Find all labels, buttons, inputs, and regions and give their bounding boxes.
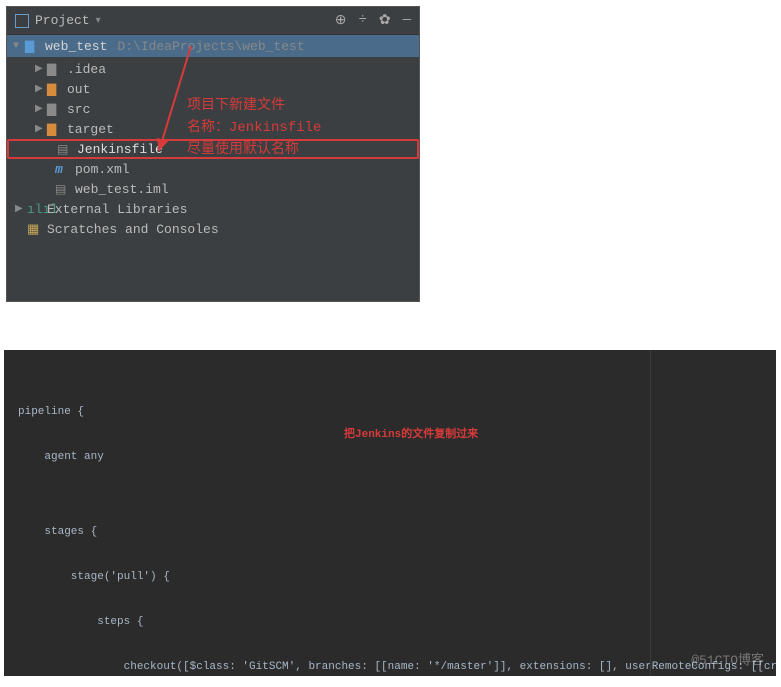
tree-label: target [67, 122, 114, 137]
file-icon: ▤ [57, 142, 73, 157]
editor-annotation: 把Jenkins的文件复制过来 [344, 428, 478, 443]
annotation-line: 尽量使用默认名称 [187, 139, 321, 161]
tree-label: Jenkinsfile [77, 142, 163, 157]
tree-item-iml[interactable]: ▤ web_test.iml [7, 179, 419, 199]
project-root-path: D:\IdeaProjects\web_test [117, 39, 304, 54]
gear-icon[interactable]: ✿ [379, 12, 391, 29]
scratches-icon: ▦ [27, 222, 43, 237]
code-line: checkout([$class: 'GitSCM', branches: [[… [18, 660, 776, 675]
code-line: agent any [18, 450, 776, 465]
expand-arrow-icon[interactable]: ▶ [35, 83, 47, 95]
code-editor[interactable]: pipeline { agent any stages { stage('pul… [4, 350, 776, 676]
project-annotation: 项目下新建文件 名称：Jenkinsfile 尽量使用默认名称 [187, 95, 321, 161]
code-line: stage('pull') { [18, 570, 776, 585]
file-icon: ▤ [55, 182, 71, 197]
tree-label: out [67, 82, 90, 97]
annotation-line: 名称：Jenkinsfile [187, 117, 321, 139]
project-view-icon [15, 14, 29, 28]
tree-item-external-libraries[interactable]: ▶ ılıl External Libraries [7, 199, 419, 219]
tree-label: src [67, 102, 90, 117]
project-root-name: web_test [45, 39, 107, 54]
tree-item-idea[interactable]: ▶ ▇ .idea [7, 59, 419, 79]
project-dropdown-icon[interactable]: ▾ [96, 15, 101, 27]
hide-icon[interactable]: — [403, 12, 411, 29]
expand-arrow-icon[interactable]: ▶ [35, 103, 47, 115]
filter-icon[interactable]: ÷ [358, 12, 366, 29]
folder-icon: ▇ [47, 102, 63, 117]
tree-item-scratches[interactable]: ▦ Scratches and Consoles [7, 219, 419, 239]
expand-arrow-icon[interactable]: ▼ [13, 41, 25, 52]
annotation-line: 项目下新建文件 [187, 95, 321, 117]
project-root-row[interactable]: ▼ ▇ web_test D:\IdeaProjects\web_test [7, 35, 419, 57]
tree-label: External Libraries [47, 202, 187, 217]
code-line: steps { [18, 615, 776, 630]
tree-label: web_test.iml [75, 182, 169, 197]
watermark: @51CTO博客 [691, 653, 764, 668]
expand-arrow-icon[interactable]: ▶ [35, 63, 47, 75]
folder-icon: ▇ [47, 122, 63, 137]
libraries-icon: ılıl [27, 202, 43, 217]
tree-label: Scratches and Consoles [47, 222, 219, 237]
editor-margin-line [650, 350, 651, 676]
tree-label: pom.xml [75, 162, 130, 177]
code-line: pipeline { [18, 405, 776, 420]
expand-arrow-icon[interactable]: ▶ [15, 203, 27, 215]
folder-icon: ▇ [47, 62, 63, 77]
folder-icon: ▇ [47, 82, 63, 97]
project-tool-window: Project ▾ ⊕ ÷ ✿ — ▼ ▇ web_test D:\IdeaPr… [6, 6, 420, 302]
maven-icon: m [55, 162, 71, 177]
expand-arrow-icon[interactable]: ▶ [35, 123, 47, 135]
code-line: stages { [18, 525, 776, 540]
tree-label: .idea [67, 62, 106, 77]
project-folder-icon: ▇ [25, 39, 41, 54]
target-icon[interactable]: ⊕ [335, 12, 347, 29]
project-title: Project [35, 13, 90, 28]
project-header: Project ▾ ⊕ ÷ ✿ — [7, 7, 419, 35]
tree-item-pom[interactable]: m pom.xml [7, 159, 419, 179]
